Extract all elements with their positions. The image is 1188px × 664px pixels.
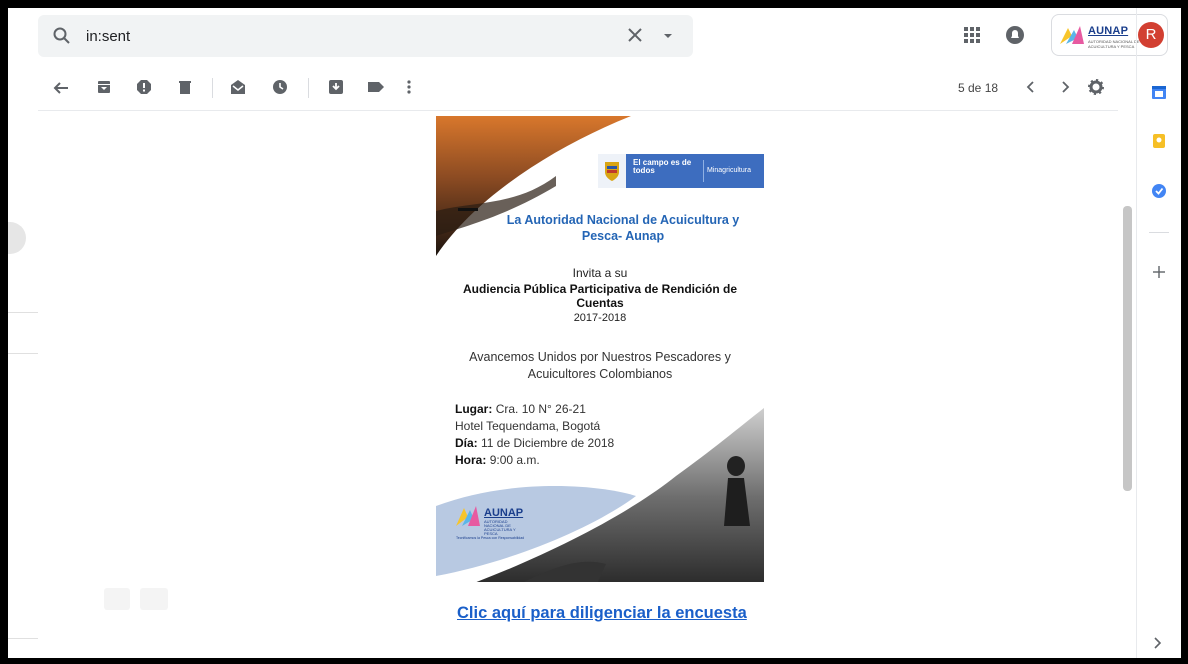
flyer-title: La Autoridad Nacional de Acuicultura y P…	[506, 213, 740, 243]
colombia-shield-icon	[598, 154, 626, 188]
chevron-right-icon[interactable]	[1059, 80, 1071, 99]
keep-icon[interactable]	[1151, 133, 1167, 154]
chevron-down-icon[interactable]	[662, 29, 674, 47]
faded-button	[140, 588, 168, 610]
divider	[8, 353, 38, 354]
divider	[8, 638, 38, 639]
lugar-value: Cra. 10 N° 26-21	[495, 402, 586, 416]
scrollbar[interactable]	[1123, 206, 1132, 491]
hora-label: Hora:	[455, 453, 487, 467]
gmail-window: AUNAP AUTORIDAD NACIONAL DE ACUICULTURA …	[8, 8, 1181, 658]
gov-brand: El campo es de todos	[633, 158, 692, 175]
account-brand: AUNAP	[1088, 25, 1129, 37]
calendar-icon[interactable]	[1151, 84, 1167, 105]
archive-icon[interactable]	[96, 79, 112, 100]
survey-link[interactable]: Clic aquí para diligenciar la encuesta	[457, 604, 747, 623]
add-icon[interactable]	[1151, 264, 1167, 285]
tasks-icon[interactable]	[1151, 183, 1167, 204]
mark-unread-icon[interactable]	[230, 79, 246, 100]
apps-grid-icon[interactable]	[963, 26, 981, 49]
flyer-event-name: Audiencia Pública Participativa de Rendi…	[462, 282, 738, 310]
close-icon[interactable]	[626, 26, 644, 49]
toolbar-divider	[308, 78, 309, 98]
message-toolbar: 5 de 18	[38, 66, 1118, 111]
collapsed-panel-tab[interactable]	[8, 222, 26, 254]
aunap-flyer-sub: AUTORIDAD NACIONAL DE ACUICULTURA Y PESC…	[484, 519, 516, 536]
aunap-flyer-logo-icon	[454, 504, 482, 533]
aunap-logo-icon	[1058, 24, 1086, 51]
flyer-years: 2017-2018	[573, 312, 627, 324]
snooze-clock-icon[interactable]	[272, 79, 288, 100]
email-flyer-image: El campo es de todos Minagricultura La A…	[436, 116, 764, 582]
hora-value: 9:00 a.m.	[489, 453, 540, 467]
flyer-event-details: Lugar: Cra. 10 N° 26-21 Hotel Tequendama…	[455, 401, 614, 469]
more-options-icon[interactable]	[406, 79, 412, 100]
search-bar[interactable]	[38, 15, 693, 57]
gov-divider	[703, 160, 704, 182]
gear-icon[interactable]	[1087, 78, 1105, 100]
aunap-flyer-name: AUNAP	[484, 507, 524, 519]
label-tag-icon[interactable]	[367, 79, 385, 100]
chevron-left-icon[interactable]	[1025, 80, 1037, 99]
delete-icon[interactable]	[177, 79, 193, 100]
search-icon[interactable]	[52, 26, 72, 51]
flyer-slogan: Avancemos Unidos por Nuestros Pescadores…	[469, 350, 731, 381]
search-input[interactable]	[86, 24, 566, 48]
side-panel	[1136, 8, 1181, 658]
notifications-icon[interactable]	[1005, 25, 1025, 50]
dia-label: Día:	[455, 436, 478, 450]
hotel-value: Hotel Tequendama, Bogotá	[455, 419, 601, 433]
chevron-right-icon[interactable]	[1151, 636, 1163, 655]
pagination-count: 5 de 18	[958, 81, 999, 95]
lugar-label: Lugar:	[455, 402, 493, 416]
report-spam-icon[interactable]	[136, 79, 152, 100]
dia-value: 11 de Diciembre de 2018	[481, 436, 615, 450]
divider	[8, 312, 38, 313]
back-arrow-icon[interactable]	[52, 79, 70, 102]
aunap-flyer-tagline: Tecnificamos la Pesca con Responsabilida…	[456, 536, 525, 540]
flyer-invite: Invita a su	[572, 266, 628, 280]
gov-ministry: Minagricultura	[707, 167, 751, 174]
toolbar-divider	[212, 78, 213, 98]
move-to-icon[interactable]	[328, 79, 344, 100]
faded-button	[104, 588, 130, 610]
side-divider	[1149, 232, 1169, 233]
